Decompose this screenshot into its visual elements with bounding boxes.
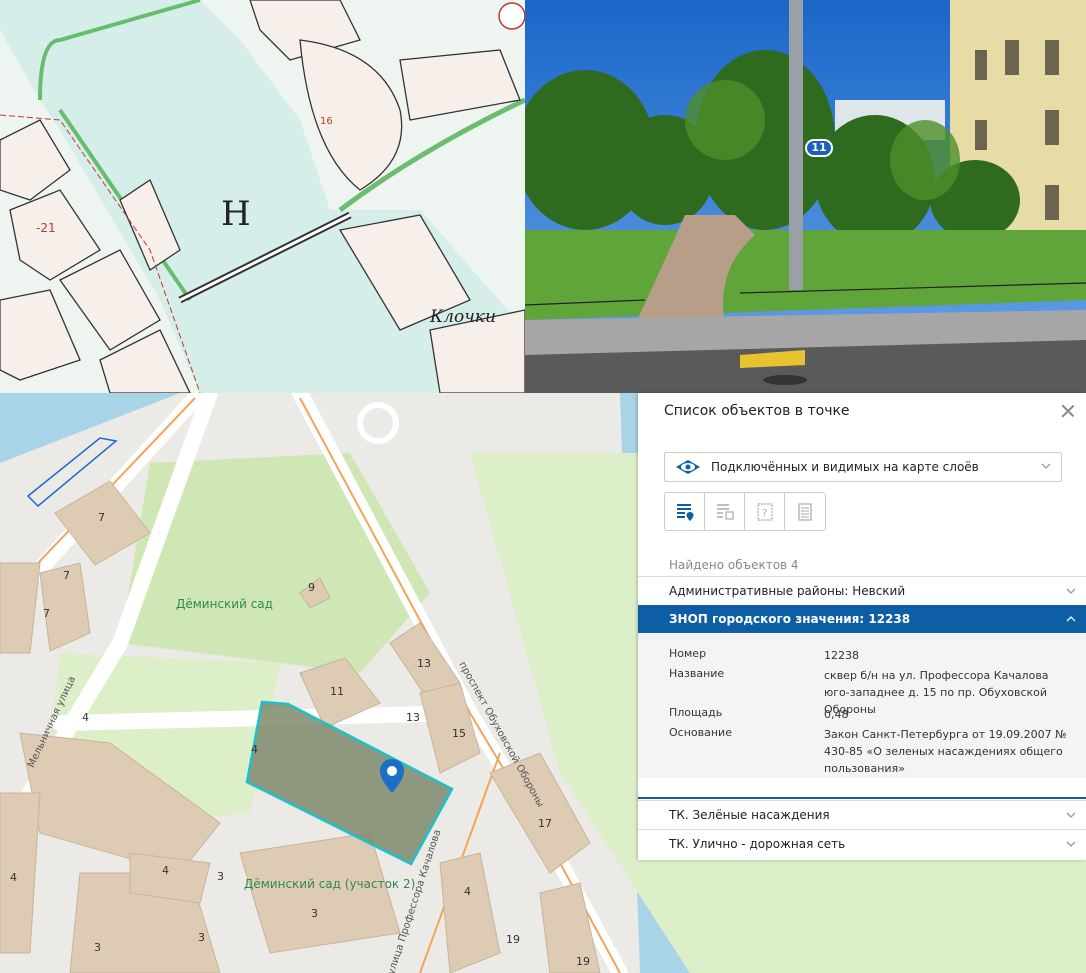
attr-row: Основание Закон Санкт-Петербурга от 19.0…	[669, 726, 1074, 777]
attr-key: Номер	[669, 647, 707, 660]
building-number: 7	[63, 569, 70, 582]
section-divider	[638, 797, 1086, 799]
attr-value: 0,48	[824, 708, 849, 721]
building-number: 4	[464, 885, 471, 898]
building-number: 3	[94, 941, 101, 954]
svg-text:?: ?	[762, 508, 767, 519]
attr-row: Номер 12238	[669, 647, 1074, 664]
street-panorama[interactable]: 11	[525, 0, 1086, 393]
panel-title: Список объектов в точке	[664, 403, 850, 419]
list-view-button[interactable]	[665, 493, 705, 530]
view-toolbar: ?	[664, 492, 826, 531]
question-frame-icon: ?	[756, 502, 773, 521]
layer-select[interactable]: Подключённых и видимых на карте слоёв	[664, 452, 1062, 482]
section-label: ЗНОП городского значения: 12238	[669, 612, 911, 626]
section-label: Административные районы: Невский	[669, 583, 906, 598]
attributes-table: Номер 12238 Название сквер б/н на ул. Пр…	[638, 634, 1086, 778]
attr-value: 12238	[824, 649, 859, 662]
building-number: 13	[417, 657, 431, 670]
building-number: 4	[82, 711, 89, 724]
document-view-button[interactable]	[785, 493, 825, 530]
building-number: 17	[538, 817, 552, 830]
help-view-button[interactable]: ?	[745, 493, 785, 530]
chevron-down-icon	[1066, 812, 1076, 818]
old-map-label-21: -21	[36, 221, 56, 235]
chevron-down-icon	[1066, 841, 1076, 847]
list-pin-icon	[676, 503, 693, 521]
location-pin-icon[interactable]	[380, 759, 404, 793]
document-icon	[798, 502, 812, 521]
building-number: 3	[198, 931, 205, 944]
park-label-2: Дёминский сад (участок 2)	[244, 877, 416, 891]
chevron-up-icon	[1066, 616, 1076, 622]
attr-row: Площадь 0,48	[669, 706, 1074, 723]
chevron-down-icon	[1041, 463, 1051, 469]
building-number: 11	[330, 685, 344, 698]
section-green-spaces[interactable]: ТК. Зелёные насаждения	[638, 800, 1086, 828]
building-number: 9	[308, 581, 315, 594]
objects-list-panel: Список объектов в точке Подключённых и в…	[638, 393, 1086, 860]
section-znop[interactable]: ЗНОП городского значения: 12238	[638, 605, 1086, 633]
building-number: 7	[98, 511, 105, 524]
park-label: Дёминский сад	[176, 597, 273, 611]
building-number: 19	[576, 955, 590, 968]
chevron-down-icon	[1066, 588, 1076, 594]
old-map-letter: Н	[221, 194, 251, 234]
list-table-icon	[716, 503, 734, 520]
panorama-marker[interactable]: 11	[805, 139, 833, 157]
building-number: 15	[452, 727, 466, 740]
old-map-label-16: 16	[320, 116, 333, 127]
old-map-label-klochki: Клочки	[429, 307, 496, 327]
close-icon[interactable]	[1060, 403, 1076, 419]
building-number: 3	[217, 870, 224, 883]
building-number: 3	[311, 907, 318, 920]
building-number: 4	[251, 743, 258, 756]
section-admin-districts[interactable]: Административные районы: Невский	[638, 576, 1086, 604]
building-number: 7	[43, 607, 50, 620]
found-count: Найдено объектов 4	[669, 558, 799, 572]
building-number: 13	[406, 711, 420, 724]
building-number: 4	[162, 864, 169, 877]
building-number: 19	[506, 933, 520, 946]
layer-select-value: Подключённых и видимых на карте слоёв	[711, 460, 979, 474]
table-view-button[interactable]	[705, 493, 745, 530]
attr-key: Основание	[669, 726, 732, 739]
layers-eye-icon	[676, 460, 700, 474]
section-road-network[interactable]: ТК. Улично - дорожная сеть	[638, 829, 1086, 857]
building-number: 4	[10, 871, 17, 884]
historical-map[interactable]: Н Клочки -21 16	[0, 0, 525, 393]
attr-value: Закон Санкт-Петербурга от 19.09.2007 № 4…	[824, 728, 1067, 775]
section-label: ТК. Улично - дорожная сеть	[669, 836, 846, 851]
section-label: ТК. Зелёные насаждения	[669, 807, 830, 822]
attr-key: Площадь	[669, 706, 723, 719]
